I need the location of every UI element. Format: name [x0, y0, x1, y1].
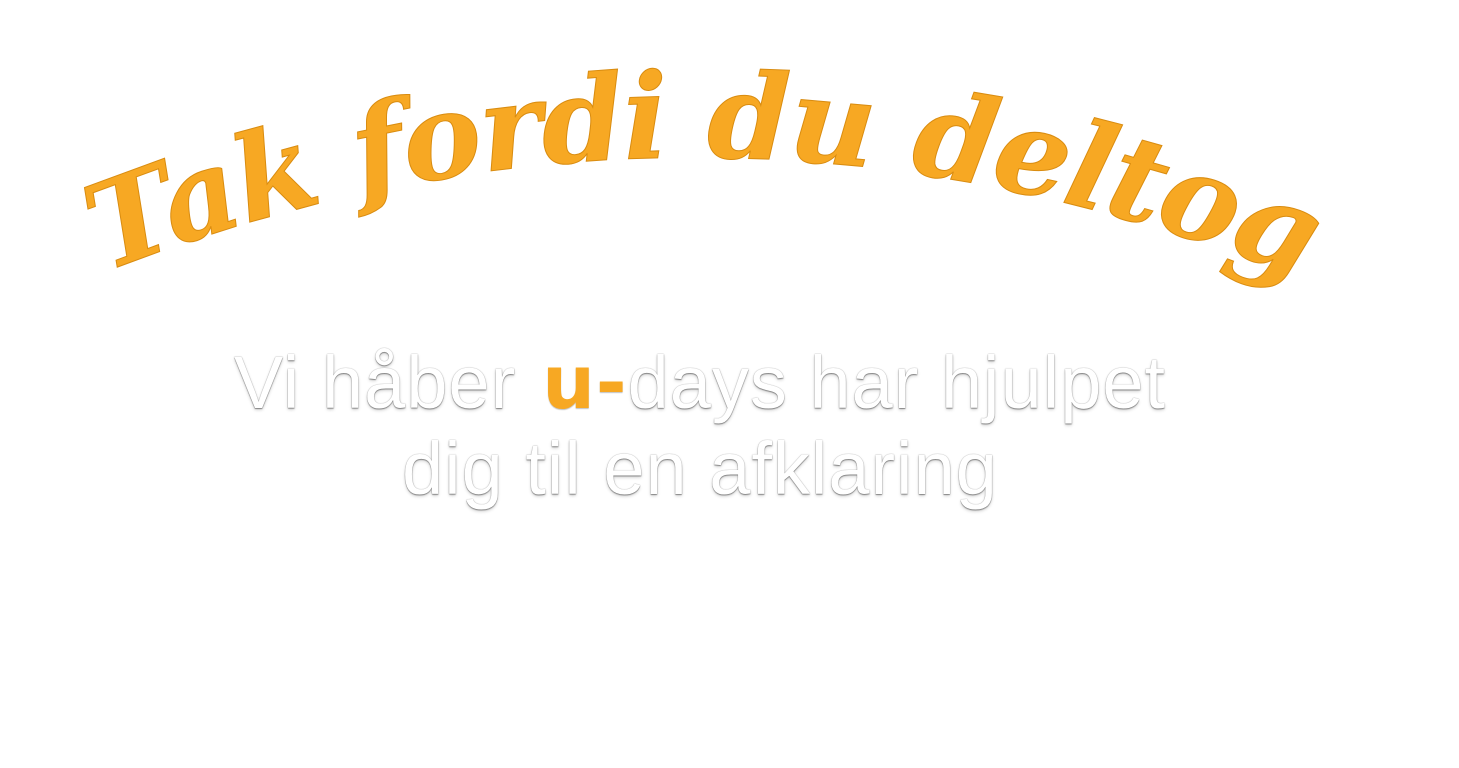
udays-logo-text: u- — [542, 340, 628, 426]
message-line-1: Vi håber u-days har hjulpet — [0, 340, 1400, 426]
thank-you-screen: Tak fordi du deltog Vi håber u-days har h… — [0, 0, 1459, 768]
thank-you-message: Vi håber u-days har hjulpet dig til en af… — [0, 340, 1400, 512]
message-line-1-start: Vi håber — [233, 341, 517, 424]
message-line-2: dig til en afklaring — [402, 427, 998, 510]
message-line-1-end: days har hjulpet — [627, 341, 1167, 424]
headline-text: Tak fordi du deltog — [67, 46, 1339, 304]
thank-you-headline: Tak fordi du deltog — [66, 46, 1341, 305]
